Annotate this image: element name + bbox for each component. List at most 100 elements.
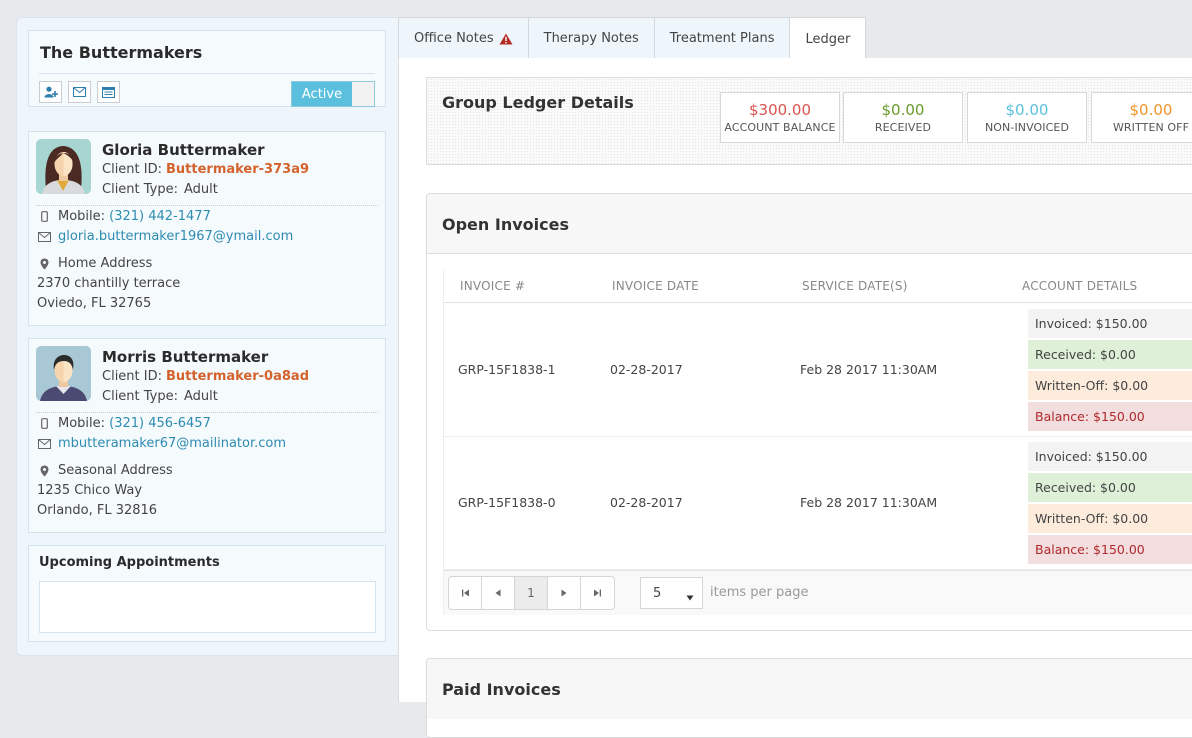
mobile-link[interactable]: (321) 456-6457 <box>109 416 211 431</box>
active-status-toggle[interactable]: Active <box>291 81 375 107</box>
stat-value: $0.00 <box>881 101 925 119</box>
paid-invoices-title: Paid Invoices <box>442 680 561 699</box>
stat-value: $0.00 <box>1129 101 1173 119</box>
panel-header: Paid Invoices <box>427 659 1192 719</box>
email-link[interactable]: mbutteramaker67@mailinator.com <box>58 436 286 451</box>
service-date: Feb 28 2017 11:30AM <box>800 362 938 377</box>
family-details-button[interactable] <box>97 81 120 103</box>
stat-value: $300.00 <box>748 101 812 119</box>
list-card-icon <box>102 86 115 98</box>
client-id-value: Buttermaker-0a8ad <box>166 369 309 384</box>
family-title: The Buttermakers <box>40 43 203 62</box>
balance-amount: Balance: $150.00 <box>1028 402 1192 431</box>
divider <box>39 73 375 74</box>
add-user-icon <box>44 86 58 98</box>
envelope-icon <box>73 87 86 97</box>
add-member-button[interactable] <box>39 81 62 103</box>
column-header-service-dates[interactable]: SERVICE DATE(S) <box>802 279 908 293</box>
address-label: Seasonal Address <box>37 463 173 478</box>
email-family-button[interactable] <box>68 81 91 103</box>
email-link[interactable]: gloria.buttermaker1967@ymail.com <box>58 229 293 244</box>
written-off-amount: Written-Off: $0.00 <box>1028 504 1192 533</box>
envelope-icon <box>37 438 51 449</box>
stat-caption: RECEIVED <box>874 121 932 134</box>
client-name[interactable]: Gloria Buttermaker <box>102 141 265 159</box>
received-amount: Received: $0.00 <box>1028 340 1192 369</box>
client-name[interactable]: Morris Buttermaker <box>102 348 268 366</box>
page-size-label: items per page <box>710 585 809 600</box>
tab-label: Treatment Plans <box>669 31 775 46</box>
page-number-button[interactable]: 1 <box>515 577 548 609</box>
client-type: Client Type: Adult <box>102 182 218 197</box>
stat-caption: ACCOUNT BALANCE <box>724 121 836 134</box>
invoiced-amount: Invoiced: $150.00 <box>1028 442 1192 471</box>
tab-office-notes[interactable]: Office Notes <box>398 17 529 59</box>
tab-therapy-notes[interactable]: Therapy Notes <box>527 17 655 59</box>
appointments-list <box>39 581 376 633</box>
service-date: Feb 28 2017 11:30AM <box>800 495 938 510</box>
client-email: mbutteramaker67@mailinator.com <box>37 436 286 451</box>
open-invoices-grid: INVOICE # INVOICE DATE SERVICE DATE(S) A… <box>443 270 1192 615</box>
client-id-label: Client ID: <box>102 162 162 177</box>
first-page-icon <box>461 589 469 597</box>
page-size-select[interactable]: 5 <box>640 577 703 609</box>
address-type: Home Address <box>58 256 153 271</box>
previous-page-icon <box>495 589 501 597</box>
page-size-value: 5 <box>653 585 662 601</box>
tab-treatment-plans[interactable]: Treatment Plans <box>653 17 791 59</box>
tab-ledger[interactable]: Ledger <box>789 17 867 60</box>
ledger-panel: Group Ledger Details $300.00 ACCOUNT BAL… <box>398 58 1192 738</box>
client-mobile: Mobile: (321) 456-6457 <box>37 416 211 431</box>
open-invoices-title: Open Invoices <box>442 215 569 234</box>
client-type-value: Adult <box>184 182 218 197</box>
client-type-label: Client Type: <box>102 389 179 404</box>
warning-icon <box>499 33 513 45</box>
mobile-link[interactable]: (321) 442-1477 <box>109 209 211 224</box>
divider <box>36 412 378 413</box>
tab-label: Ledger <box>805 31 851 47</box>
female-avatar <box>36 139 91 194</box>
written-off-amount: Written-Off: $0.00 <box>1028 371 1192 400</box>
tab-label: Office Notes <box>414 31 494 46</box>
last-page-button[interactable] <box>581 577 614 609</box>
client-type-value: Adult <box>184 389 218 404</box>
mobile-phone-icon <box>37 418 51 429</box>
column-header-invoice-date[interactable]: INVOICE DATE <box>612 279 699 293</box>
client-id: Client ID: Buttermaker-0a8ad <box>102 369 309 384</box>
client-type: Client Type: Adult <box>102 389 218 404</box>
client-card: Gloria Buttermaker Client ID: Buttermaker… <box>28 131 386 326</box>
first-page-button[interactable] <box>449 577 482 609</box>
client-id-label: Client ID: <box>102 369 162 384</box>
stat-caption: NON-INVOICED <box>984 121 1070 134</box>
table-row[interactable]: GRP-15F1838-0 02-28-2017 Feb 28 2017 11:… <box>444 437 1192 570</box>
column-header-account-details[interactable]: ACCOUNT DETAILS <box>1022 279 1137 293</box>
stat-non-invoiced: $0.00 NON-INVOICED <box>967 92 1087 143</box>
client-email: gloria.buttermaker1967@ymail.com <box>37 229 293 244</box>
client-sidebar: The Buttermakers Active Gloria Buttermak… <box>16 17 398 656</box>
mobile-label: Mobile: <box>58 209 106 224</box>
toggle-label: Active <box>301 86 343 102</box>
client-mobile: Mobile: (321) 442-1477 <box>37 209 211 224</box>
invoice-date: 02-28-2017 <box>610 362 683 377</box>
address-label: Home Address <box>37 256 152 271</box>
account-details: Invoiced: $150.00 Received: $0.00 Writte… <box>1028 442 1192 566</box>
address-line-1: 2370 chantilly terrace <box>37 276 181 291</box>
previous-page-button[interactable] <box>482 577 515 609</box>
last-page-icon <box>594 589 601 597</box>
toggle-knob <box>352 82 374 106</box>
next-page-icon <box>561 589 567 597</box>
stat-caption: WRITTEN OFF <box>1112 121 1190 134</box>
column-header-invoice-number[interactable]: INVOICE # <box>460 279 525 293</box>
map-marker-icon <box>37 465 51 477</box>
pagination: 1 <box>448 576 615 610</box>
envelope-icon <box>37 231 51 242</box>
table-row[interactable]: GRP-15F1838-1 02-28-2017 Feb 28 2017 11:… <box>444 304 1192 437</box>
mobile-label: Mobile: <box>58 416 106 431</box>
mobile-phone-icon <box>37 211 51 222</box>
stat-account-balance: $300.00 ACCOUNT BALANCE <box>720 92 840 143</box>
group-ledger-details: Group Ledger Details $300.00 ACCOUNT BAL… <box>426 77 1192 165</box>
upcoming-appointments-card: Upcoming Appointments <box>28 545 386 642</box>
next-page-button[interactable] <box>548 577 581 609</box>
tab-bar: Office Notes Therapy Notes Treatment Pla… <box>398 17 867 60</box>
map-marker-icon <box>37 258 51 270</box>
